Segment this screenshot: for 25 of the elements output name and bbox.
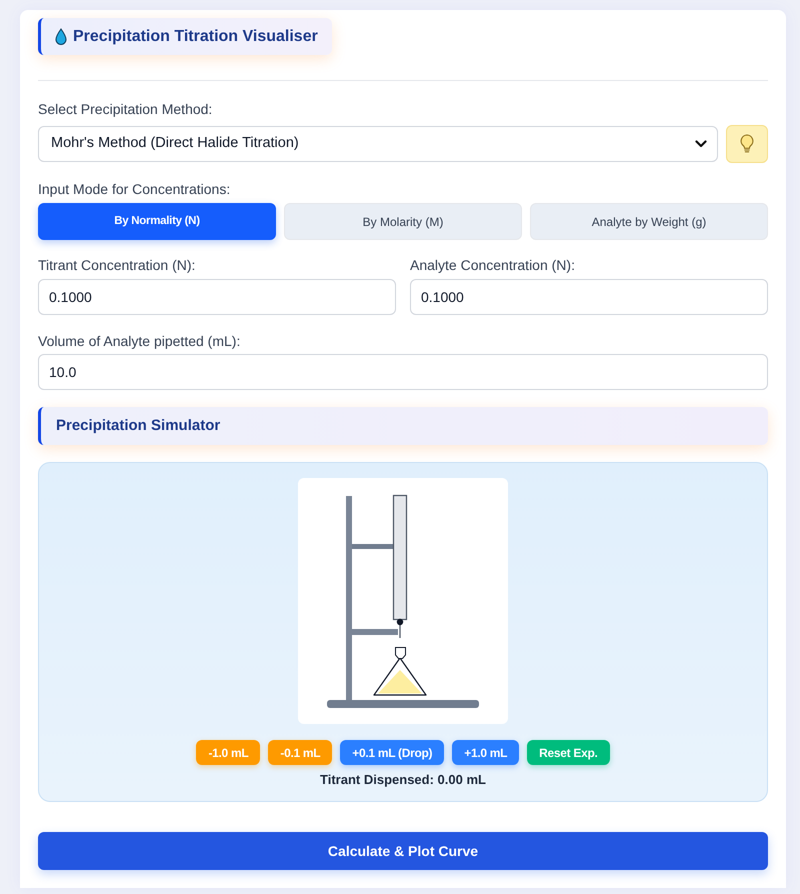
chevron-down-icon bbox=[695, 140, 707, 148]
flask bbox=[373, 647, 427, 696]
add-volume-button[interactable]: +0.1 mL (Drop) bbox=[340, 740, 444, 765]
titrant-concentration-input[interactable]: 0.1000 bbox=[38, 279, 396, 315]
water-drop-icon bbox=[55, 28, 67, 45]
header-title: Precipitation Titration Visualiser bbox=[73, 26, 318, 46]
field-label: Analyte Concentration (N): bbox=[410, 257, 576, 273]
titrant-dispensed-readout: Titrant Dispensed: 0.00 mL bbox=[320, 772, 486, 788]
calculate-button[interactable]: Calculate & Plot Curve bbox=[38, 832, 768, 870]
input-mode-tab[interactable]: By Molarity (M) bbox=[284, 203, 522, 240]
clamp-arm bbox=[352, 629, 398, 635]
input-mode-tab[interactable]: By Normality (N) bbox=[38, 203, 276, 240]
field-label: Input Mode for Concentrations: bbox=[38, 181, 232, 197]
volume-input[interactable]: 10.0 bbox=[38, 354, 768, 390]
input-mode-tab[interactable]: Analyte by Weight (g) bbox=[530, 203, 768, 240]
field-label: Titrant Concentration (N): bbox=[38, 257, 196, 273]
field-label: Select Precipitation Method: bbox=[38, 101, 214, 117]
lightbulb-icon bbox=[740, 134, 754, 154]
analyte-concentration-input[interactable]: 0.1000 bbox=[410, 279, 768, 315]
add-volume-button[interactable]: +1.0 mL bbox=[452, 740, 520, 765]
method-select[interactable]: Mohr's Method (Direct Halide Titration) bbox=[38, 126, 718, 162]
hint-button[interactable] bbox=[726, 125, 768, 163]
clamp-arm bbox=[352, 544, 393, 549]
section-header: Precipitation Simulator bbox=[38, 407, 768, 445]
field-label: Volume of Analyte pipetted (mL): bbox=[38, 333, 242, 349]
